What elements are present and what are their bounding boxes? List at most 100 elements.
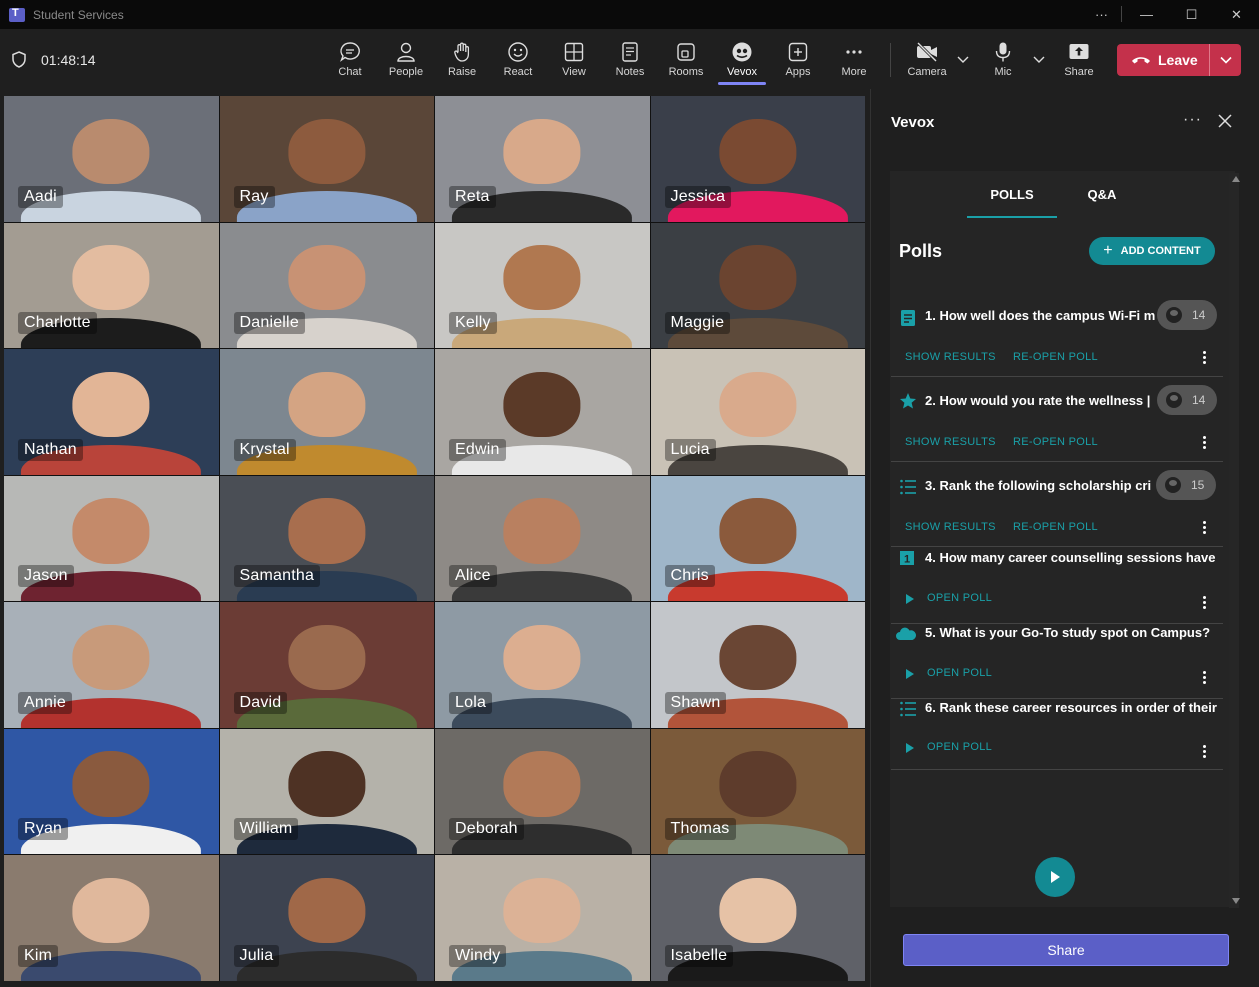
- participant-tile[interactable]: Annie: [4, 602, 219, 728]
- poll-options-icon[interactable]: [1203, 521, 1207, 536]
- apps-label: Apps: [785, 66, 811, 78]
- poll-options-icon[interactable]: [1203, 436, 1207, 451]
- hang-up-phone-icon: [1132, 57, 1150, 64]
- vevox-button[interactable]: Vevox: [714, 41, 770, 85]
- participant-tile[interactable]: Krystal: [219, 349, 434, 475]
- view-button[interactable]: View: [546, 41, 602, 78]
- show-results-button[interactable]: SHOW RESULTS: [905, 521, 996, 533]
- participant-video-face: [719, 498, 797, 564]
- open-poll-button[interactable]: OPEN POLL: [927, 592, 992, 604]
- participant-tile[interactable]: Nathan: [4, 349, 219, 475]
- leave-button-group: Leave: [1117, 44, 1241, 76]
- poll-options-icon[interactable]: [1203, 351, 1207, 366]
- close-panel-icon[interactable]: [1217, 113, 1233, 129]
- mic-options-chevron-icon[interactable]: [1033, 54, 1045, 64]
- raise-hand-button[interactable]: Raise: [434, 41, 490, 78]
- people-button[interactable]: People: [378, 41, 434, 78]
- participant-tile[interactable]: David: [219, 602, 434, 728]
- chevron-down-icon: [1219, 56, 1232, 64]
- scroll-down-arrow-icon[interactable]: [1232, 898, 1240, 904]
- participant-tile[interactable]: Julia: [219, 855, 434, 981]
- participant-tile[interactable]: Kim: [4, 855, 219, 981]
- show-results-button[interactable]: SHOW RESULTS: [905, 351, 996, 363]
- participant-tile[interactable]: Isabelle: [650, 855, 865, 981]
- participant-tile[interactable]: Thomas: [650, 728, 865, 855]
- window-more-button[interactable]: ···: [1079, 0, 1124, 29]
- poll-item[interactable]: 5. What is your Go-To study spot on Camp…: [891, 625, 1223, 699]
- share-screen-button[interactable]: Share: [1051, 41, 1107, 78]
- share-to-stage-button[interactable]: Share: [903, 934, 1229, 966]
- participant-name-label: William: [233, 818, 299, 841]
- poll-item[interactable]: 1. How well does the campus Wi-Fi m 14 S…: [891, 295, 1223, 377]
- participant-tile[interactable]: Lucia: [650, 349, 865, 475]
- participant-name-label: Thomas: [664, 818, 736, 841]
- chat-button[interactable]: Chat: [322, 41, 378, 78]
- rooms-button[interactable]: Rooms: [658, 41, 714, 78]
- participant-tile[interactable]: Chris: [650, 475, 865, 602]
- participant-name-label: Danielle: [233, 312, 305, 335]
- participant-tile[interactable]: Lola: [435, 602, 650, 728]
- mic-button[interactable]: Mic: [975, 41, 1031, 78]
- toolbar-divider: [890, 43, 891, 77]
- participant-tile[interactable]: Maggie: [650, 222, 865, 349]
- panel-scrollbar[interactable]: [1229, 173, 1239, 908]
- poll-item[interactable]: 1 4. How many career counselling session…: [891, 550, 1223, 624]
- open-poll-button[interactable]: OPEN POLL: [927, 741, 992, 753]
- re-open-poll-button[interactable]: RE-OPEN POLL: [1013, 521, 1098, 533]
- participant-tile[interactable]: Shawn: [650, 602, 865, 728]
- participant-tile[interactable]: Ray: [219, 96, 434, 222]
- participant-name-label: Isabelle: [664, 944, 734, 967]
- poll-options-icon[interactable]: [1203, 596, 1207, 611]
- participant-tile[interactable]: Ryan: [4, 728, 219, 855]
- participant-name-label: Kim: [18, 944, 59, 967]
- re-open-poll-button[interactable]: RE-OPEN POLL: [1013, 351, 1098, 363]
- re-open-poll-button[interactable]: RE-OPEN POLL: [1013, 436, 1098, 448]
- apps-button[interactable]: Apps: [770, 41, 826, 78]
- participant-tile[interactable]: Samantha: [219, 475, 434, 602]
- leave-options-button[interactable]: [1210, 44, 1241, 76]
- tab-qa[interactable]: Q&A: [1057, 187, 1147, 218]
- maximize-button[interactable]: ☐: [1169, 0, 1214, 29]
- participant-name-label: Ray: [233, 185, 275, 208]
- participant-tile[interactable]: Windy: [435, 855, 650, 981]
- poll-question: 6. Rank these career resources in order …: [925, 700, 1217, 715]
- participant-tile[interactable]: Alice: [435, 475, 650, 602]
- camera-button[interactable]: Camera: [899, 41, 955, 78]
- scroll-up-arrow-icon[interactable]: [1232, 176, 1240, 182]
- participant-name-label: Samantha: [233, 565, 321, 588]
- camera-options-chevron-icon[interactable]: [957, 54, 969, 64]
- poll-item[interactable]: 3. Rank the following scholarship cri 15…: [891, 465, 1223, 547]
- participant-tile[interactable]: Edwin: [435, 349, 650, 475]
- show-results-button[interactable]: SHOW RESULTS: [905, 436, 996, 448]
- participant-tile[interactable]: Aadi: [4, 96, 219, 222]
- poll-item[interactable]: 6. Rank these career resources in order …: [891, 700, 1223, 770]
- poll-item[interactable]: 2. How would you rate the wellness | 14 …: [891, 380, 1223, 462]
- participant-name-label: Reta: [449, 185, 496, 208]
- rooms-label: Rooms: [668, 66, 704, 78]
- leave-button[interactable]: Leave: [1117, 44, 1209, 76]
- participant-tile[interactable]: Deborah: [435, 728, 650, 855]
- panel-more-options-button[interactable]: ···: [1183, 111, 1202, 129]
- notes-button[interactable]: Notes: [602, 41, 658, 78]
- minimize-button[interactable]: —: [1124, 0, 1169, 29]
- open-poll-button[interactable]: OPEN POLL: [927, 667, 992, 679]
- response-count-badge: 14: [1157, 300, 1217, 330]
- participant-tile[interactable]: Jessica: [650, 96, 865, 222]
- participant-tile[interactable]: Charlotte: [4, 222, 219, 349]
- tab-polls[interactable]: POLLS: [967, 187, 1057, 218]
- participant-tile[interactable]: Kelly: [435, 222, 650, 349]
- participant-video-face: [719, 245, 797, 311]
- participant-tile[interactable]: Reta: [435, 96, 650, 222]
- polls-heading: Polls: [899, 241, 943, 261]
- present-play-button[interactable]: [1035, 857, 1075, 897]
- poll-options-icon[interactable]: [1203, 671, 1207, 686]
- more-button[interactable]: More: [826, 41, 882, 78]
- participant-video-face: [288, 624, 366, 691]
- participant-tile[interactable]: Jason: [4, 475, 219, 602]
- add-content-button[interactable]: + ADD CONTENT: [1089, 237, 1215, 265]
- react-button[interactable]: React: [490, 41, 546, 78]
- close-window-button[interactable]: ✕: [1214, 0, 1259, 29]
- poll-options-icon[interactable]: [1203, 745, 1207, 760]
- participant-tile[interactable]: Danielle: [219, 222, 434, 349]
- participant-tile[interactable]: William: [219, 728, 434, 855]
